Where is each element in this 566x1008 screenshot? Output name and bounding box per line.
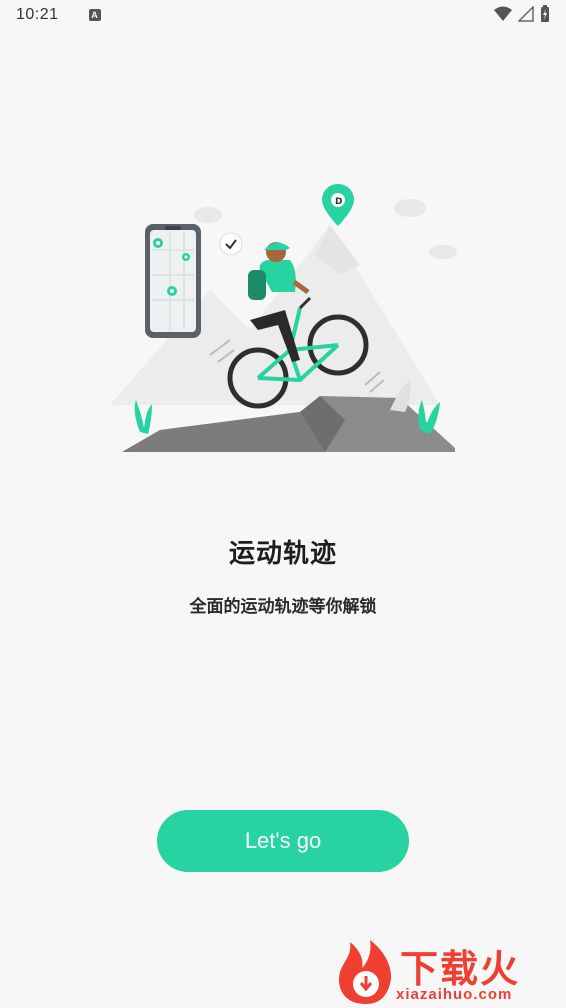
battery-charging-icon (541, 5, 549, 22)
svg-text:D: D (335, 197, 342, 207)
page-title: 运动轨迹 (228, 539, 337, 569)
a-icon: A (88, 9, 101, 21)
flame-logo-icon (339, 940, 392, 1004)
wifi-icon (494, 6, 512, 21)
status-icons (494, 5, 550, 23)
watermark: 下载火 xiazaihuo.com (330, 932, 566, 1008)
page-subtitle: 全面的运动轨迹等你解锁 (189, 597, 377, 617)
signal-icon (518, 6, 534, 22)
lets-go-button[interactable]: Let's go (157, 810, 409, 872)
status-time: 10:21 (16, 6, 59, 23)
watermark-title: 下载火 (400, 947, 521, 991)
status-bar: 10:21 A (0, 0, 566, 30)
cyclist-mountain-illustration: D (110, 184, 457, 452)
watermark-url: xiazaihuo.com (396, 986, 513, 1003)
